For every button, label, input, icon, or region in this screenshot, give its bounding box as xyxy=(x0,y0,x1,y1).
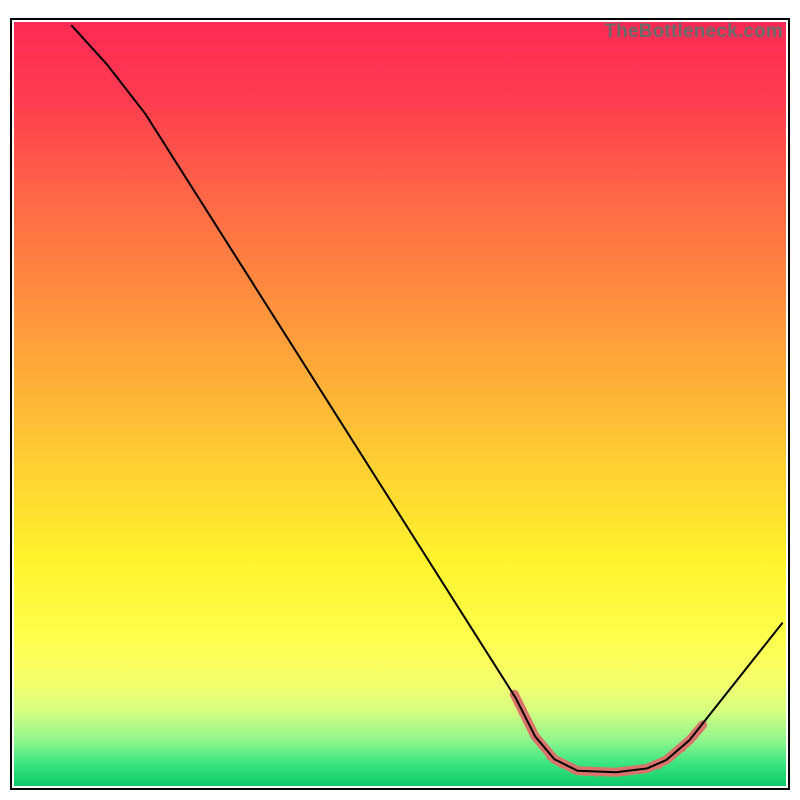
plot-area: TheBottleneck.com xyxy=(14,22,786,786)
gradient-background xyxy=(14,22,786,786)
chart-svg xyxy=(14,22,786,786)
watermark-text: TheBottleneck.com xyxy=(604,21,783,43)
